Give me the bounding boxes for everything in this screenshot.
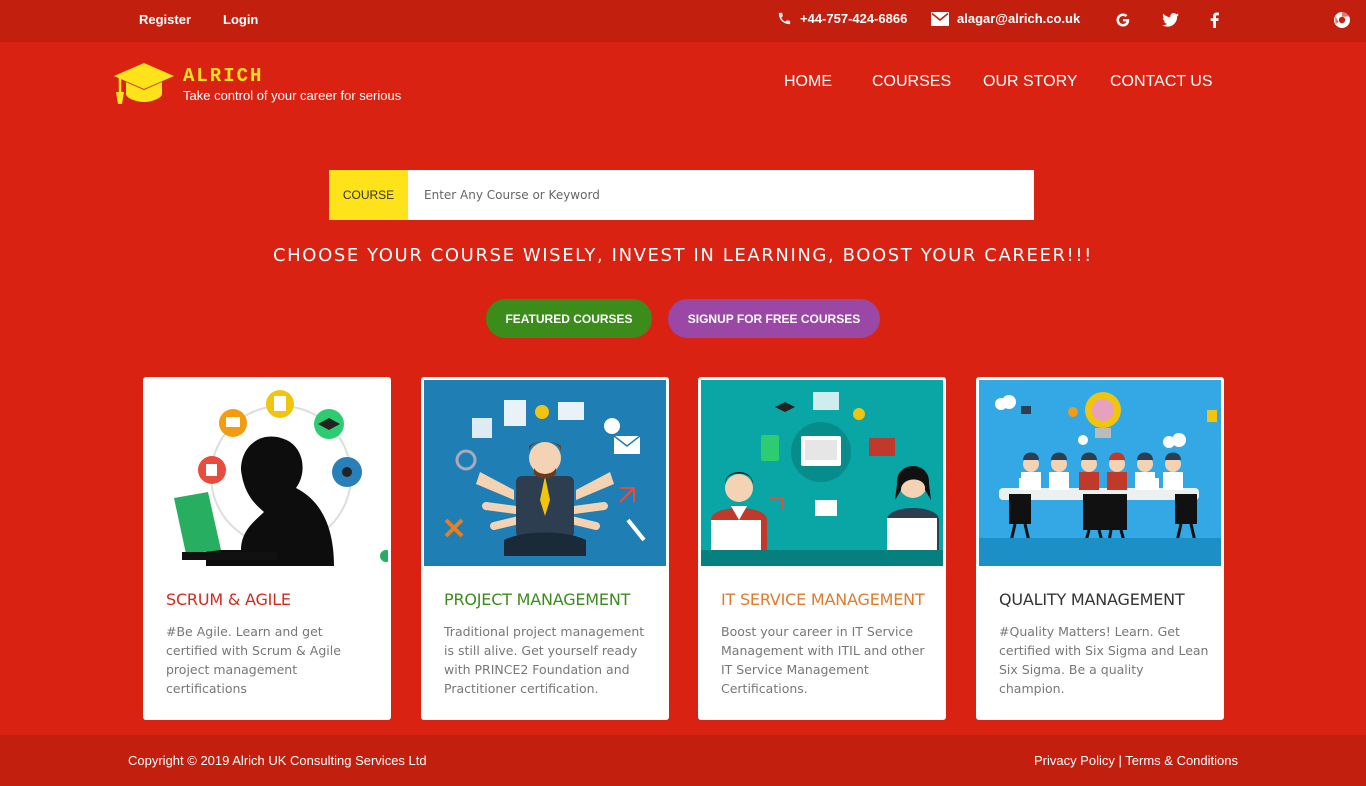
course-desc-quality-management: #Quality Matters! Learn. Get certified w… (999, 624, 1209, 696)
course-card-it-service-management[interactable]: IT SERVICE MANAGEMENT Boost your career … (698, 377, 946, 720)
brand-tagline: Take control of your career for serious (183, 88, 402, 103)
terms-conditions-link[interactable]: Terms & Conditions (1125, 753, 1238, 768)
course-card-project-management[interactable]: PROJECT MANAGEMENT Traditional project m… (421, 377, 669, 720)
top-bar: Register Login +44-757-424-6866 alagar@a… (0, 0, 1366, 42)
envelope-icon (931, 11, 949, 26)
signup-free-courses-button[interactable]: SIGNUP FOR FREE COURSES (668, 299, 880, 338)
login-link[interactable]: Login (223, 12, 258, 27)
featured-courses-button[interactable]: FEATURED COURSES (486, 299, 652, 338)
phone-icon (778, 12, 791, 25)
course-title-scrum-agile: SCRUM & AGILE (166, 590, 291, 609)
brand-logo[interactable]: ALRICH Take control of your career for s… (112, 58, 432, 108)
privacy-policy-link[interactable]: Privacy Policy (1034, 753, 1115, 768)
register-link[interactable]: Register (139, 12, 191, 27)
nav-our-story[interactable]: OUR STORY (983, 73, 1078, 91)
course-title-it-service-management: IT SERVICE MANAGEMENT (721, 590, 925, 609)
footer-separator: | (1118, 753, 1122, 768)
course-search-label[interactable]: COURSE (329, 170, 408, 220)
course-card-scrum-agile[interactable]: SCRUM & AGILE #Be Agile. Learn and get c… (143, 377, 391, 720)
course-desc-it-service-management: Boost your career in IT Service Manageme… (721, 624, 925, 696)
course-search-input[interactable] (408, 170, 1034, 220)
phone-contact[interactable]: +44-757-424-6866 (777, 11, 907, 26)
course-card-quality-management[interactable]: QUALITY MANAGEMENT #Quality Matters! Lea… (976, 377, 1224, 720)
course-search-bar: COURSE (329, 170, 1034, 220)
brand-name: ALRICH (183, 65, 264, 87)
course-title-project-management: PROJECT MANAGEMENT (444, 590, 631, 609)
footer: Copyright © 2019 Alrich UK Consulting Se… (0, 735, 1366, 786)
nav-home[interactable]: HOME (784, 73, 832, 91)
project-management-illustration (424, 380, 666, 566)
quality-management-illustration (979, 380, 1221, 566)
email-contact[interactable]: alagar@alrich.co.uk (931, 11, 1080, 26)
footer-links: Privacy Policy | Terms & Conditions (1034, 753, 1238, 768)
google-icon[interactable] (1113, 10, 1133, 30)
scrum-agile-illustration (146, 380, 388, 566)
email-address: alagar@alrich.co.uk (957, 11, 1081, 26)
course-desc-scrum-agile: #Be Agile. Learn and get certified with … (166, 624, 341, 696)
course-desc-project-management: Traditional project management is still … (444, 624, 645, 696)
hero-headline: CHOOSE YOUR COURSE WISELY, INVEST IN LEA… (273, 245, 1093, 266)
footer-copyright: Copyright © 2019 Alrich UK Consulting Se… (128, 753, 427, 768)
course-title-quality-management: QUALITY MANAGEMENT (999, 590, 1185, 609)
twitter-icon[interactable] (1160, 10, 1180, 30)
phone-number: +44-757-424-6866 (800, 11, 908, 26)
nav-contact-us[interactable]: CONTACT US (1110, 73, 1213, 91)
nav-courses[interactable]: COURSES (872, 73, 951, 91)
it-service-management-illustration (701, 380, 943, 566)
graduation-cap-icon (114, 63, 174, 104)
chrome-extension-icon[interactable] (1332, 10, 1352, 30)
facebook-icon[interactable] (1204, 10, 1224, 30)
